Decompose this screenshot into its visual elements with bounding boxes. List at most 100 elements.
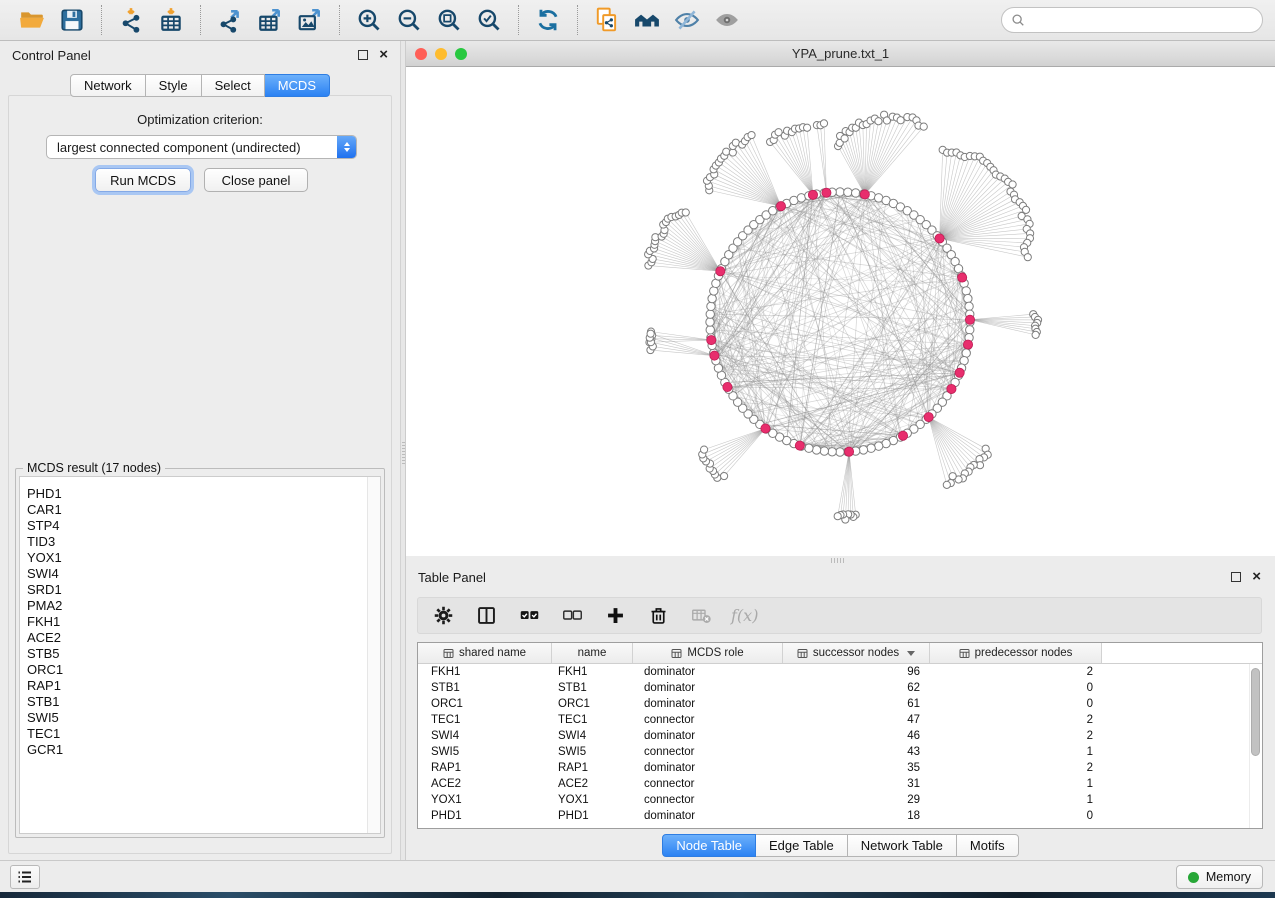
mcds-result-item[interactable]: ORC1 xyxy=(20,662,380,678)
cell-successor-nodes[interactable]: 29 xyxy=(783,794,930,806)
show-graphics-details-button[interactable] xyxy=(707,4,747,36)
table-row[interactable]: ACE2ACE2connector311 xyxy=(418,776,1262,792)
cell-name[interactable]: SWI5 xyxy=(552,746,633,758)
tab-style[interactable]: Style xyxy=(146,74,202,97)
open-session-button[interactable] xyxy=(12,4,52,36)
tab-network[interactable]: Network xyxy=(70,74,146,97)
save-session-button[interactable] xyxy=(52,4,92,36)
mcds-result-item[interactable]: SWI4 xyxy=(20,566,380,582)
mcds-list-scrollbar[interactable] xyxy=(367,477,380,833)
cell-shared-name[interactable]: SWI5 xyxy=(418,746,552,758)
tab-mcds[interactable]: MCDS xyxy=(265,74,330,97)
cell-successor-nodes[interactable]: 31 xyxy=(783,778,930,790)
cell-mcds-role[interactable]: connector xyxy=(633,778,783,790)
cell-mcds-role[interactable]: connector xyxy=(633,746,783,758)
show-columns-button[interactable] xyxy=(473,603,499,629)
cell-mcds-role[interactable]: connector xyxy=(633,794,783,806)
mcds-result-item[interactable]: PHD1 xyxy=(20,486,380,502)
cell-name[interactable]: YOX1 xyxy=(552,794,633,806)
table-scrollbar[interactable] xyxy=(1249,664,1262,828)
column-header-predecessor-nodes[interactable]: predecessor nodes xyxy=(930,643,1102,663)
delete-table-button[interactable] xyxy=(688,603,714,629)
cell-name[interactable]: STB1 xyxy=(552,682,633,694)
cell-predecessor-nodes[interactable]: 0 xyxy=(930,698,1102,710)
close-panel-button[interactable]: Close panel xyxy=(204,168,308,192)
scrollbar-thumb[interactable] xyxy=(1251,668,1260,756)
cell-name[interactable]: ACE2 xyxy=(552,778,633,790)
cell-predecessor-nodes[interactable]: 2 xyxy=(930,666,1102,678)
cell-predecessor-nodes[interactable]: 2 xyxy=(930,714,1102,726)
cell-shared-name[interactable]: FKH1 xyxy=(418,666,552,678)
zoom-out-button[interactable] xyxy=(389,4,429,36)
table-row[interactable]: TEC1TEC1connector472 xyxy=(418,712,1262,728)
tab-select[interactable]: Select xyxy=(202,74,265,97)
cell-shared-name[interactable]: PHD1 xyxy=(418,810,552,822)
network-window-titlebar[interactable]: YPA_prune.txt_1 xyxy=(406,41,1275,67)
table-row[interactable]: STB1STB1dominator620 xyxy=(418,680,1262,696)
import-network-button[interactable] xyxy=(111,4,151,36)
cell-shared-name[interactable]: STB1 xyxy=(418,682,552,694)
table-row[interactable]: PHD1PHD1dominator180 xyxy=(418,808,1262,824)
deselect-all-button[interactable] xyxy=(559,603,585,629)
mcds-result-item[interactable]: SWI5 xyxy=(20,710,380,726)
cell-predecessor-nodes[interactable]: 2 xyxy=(930,762,1102,774)
cell-mcds-role[interactable]: dominator xyxy=(633,762,783,774)
mcds-result-item[interactable]: YOX1 xyxy=(20,550,380,566)
table-row[interactable]: YOX1YOX1connector291 xyxy=(418,792,1262,808)
cell-predecessor-nodes[interactable]: 0 xyxy=(930,682,1102,694)
cell-shared-name[interactable]: YOX1 xyxy=(418,794,552,806)
column-header-shared-name[interactable]: shared name xyxy=(418,643,552,663)
cell-successor-nodes[interactable]: 62 xyxy=(783,682,930,694)
cell-shared-name[interactable]: TEC1 xyxy=(418,714,552,726)
table-row[interactable]: RAP1RAP1dominator352 xyxy=(418,760,1262,776)
cell-mcds-role[interactable]: dominator xyxy=(633,666,783,678)
zoom-selected-button[interactable] xyxy=(469,4,509,36)
cell-successor-nodes[interactable]: 61 xyxy=(783,698,930,710)
mcds-result-item[interactable]: RAP1 xyxy=(20,678,380,694)
optimization-criterion-select[interactable]: largest connected component (undirected) xyxy=(46,135,357,159)
column-header-name[interactable]: name xyxy=(552,643,633,663)
table-row[interactable]: FKH1FKH1dominator962 xyxy=(418,664,1262,680)
cell-name[interactable]: RAP1 xyxy=(552,762,633,774)
cell-successor-nodes[interactable]: 96 xyxy=(783,666,930,678)
table-row[interactable]: ORC1ORC1dominator610 xyxy=(418,696,1262,712)
zoom-fit-button[interactable] xyxy=(429,4,469,36)
mcds-result-item[interactable]: STB5 xyxy=(20,646,380,662)
show-log-button[interactable] xyxy=(10,865,40,889)
cell-predecessor-nodes[interactable]: 0 xyxy=(930,810,1102,822)
tab-motifs[interactable]: Motifs xyxy=(957,834,1019,857)
cell-name[interactable]: FKH1 xyxy=(552,666,633,678)
tab-edge-table[interactable]: Edge Table xyxy=(756,834,848,857)
memory-button[interactable]: Memory xyxy=(1176,865,1263,889)
select-all-button[interactable] xyxy=(516,603,542,629)
mcds-result-item[interactable]: ACE2 xyxy=(20,630,380,646)
export-table-button[interactable] xyxy=(250,4,290,36)
cell-name[interactable]: ORC1 xyxy=(552,698,633,710)
clone-network-button[interactable] xyxy=(587,4,627,36)
mcds-result-item[interactable]: SRD1 xyxy=(20,582,380,598)
mcds-result-item[interactable]: STP4 xyxy=(20,518,380,534)
cell-successor-nodes[interactable]: 46 xyxy=(783,730,930,742)
cell-successor-nodes[interactable]: 18 xyxy=(783,810,930,822)
network-canvas[interactable] xyxy=(406,67,1275,556)
cell-predecessor-nodes[interactable]: 1 xyxy=(930,794,1102,806)
export-image-button[interactable] xyxy=(290,4,330,36)
mcds-result-item[interactable]: PMA2 xyxy=(20,598,380,614)
table-options-button[interactable] xyxy=(430,603,456,629)
table-row[interactable]: SWI4SWI4dominator462 xyxy=(418,728,1262,744)
import-table-button[interactable] xyxy=(151,4,191,36)
hide-selected-button[interactable] xyxy=(667,4,707,36)
float-panel-icon[interactable] xyxy=(1231,572,1241,582)
cell-mcds-role[interactable]: dominator xyxy=(633,810,783,822)
zoom-in-button[interactable] xyxy=(349,4,389,36)
cell-predecessor-nodes[interactable]: 2 xyxy=(930,730,1102,742)
close-panel-icon[interactable]: × xyxy=(379,50,388,60)
cell-name[interactable]: PHD1 xyxy=(552,810,633,822)
mcds-result-item[interactable]: GCR1 xyxy=(20,742,380,758)
cell-mcds-role[interactable]: dominator xyxy=(633,698,783,710)
float-panel-icon[interactable] xyxy=(358,50,368,60)
cell-predecessor-nodes[interactable]: 1 xyxy=(930,778,1102,790)
cell-mcds-role[interactable]: connector xyxy=(633,714,783,726)
tab-node-table[interactable]: Node Table xyxy=(662,834,756,857)
tab-network-table[interactable]: Network Table xyxy=(848,834,957,857)
